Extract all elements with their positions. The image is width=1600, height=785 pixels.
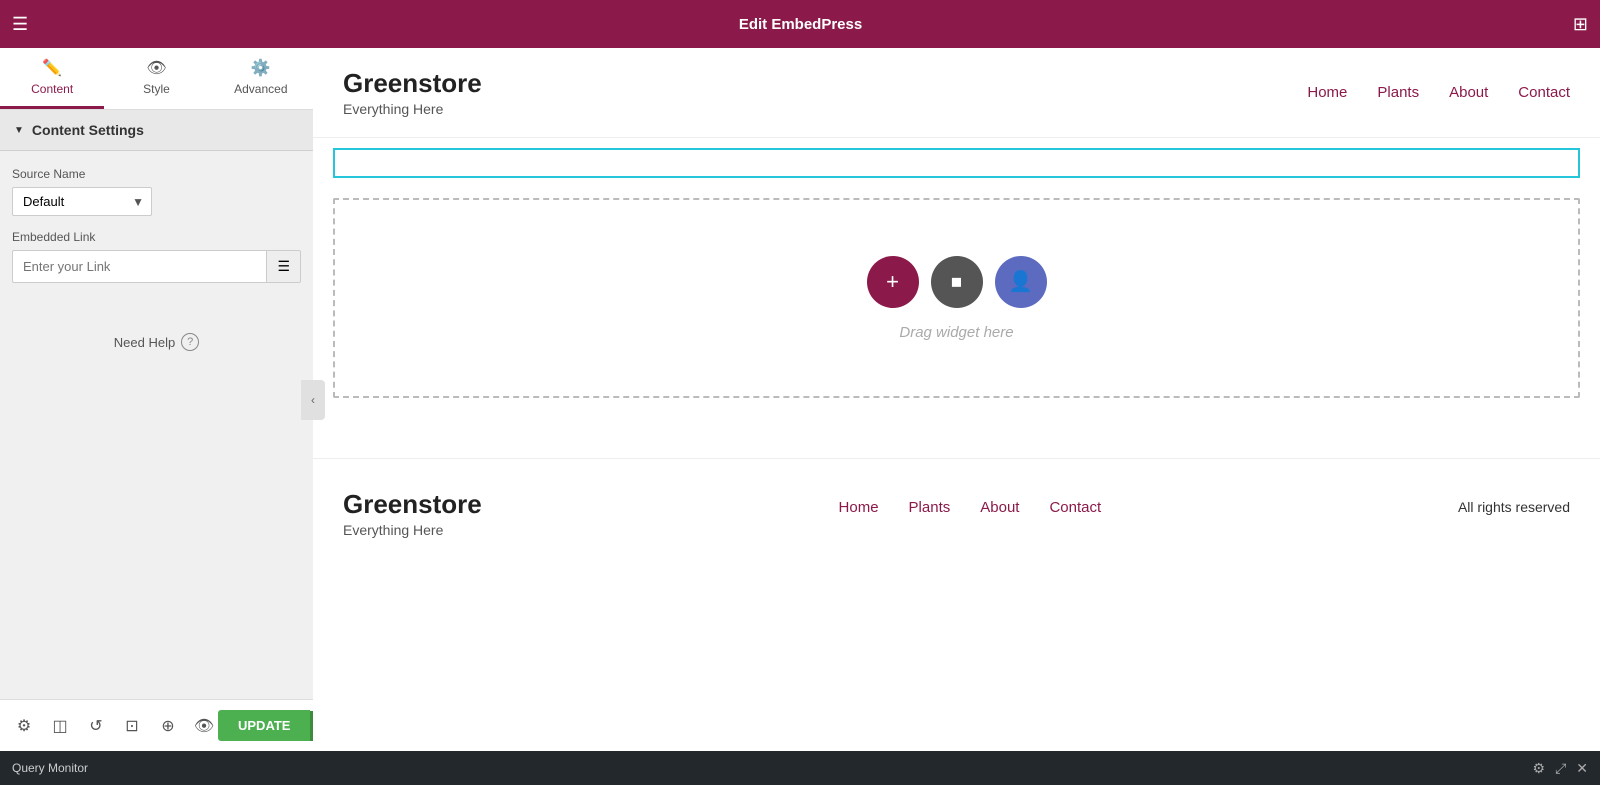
source-name-label: Source Name (12, 167, 301, 181)
nav-about[interactable]: About (1449, 84, 1488, 101)
content-settings-label: Content Settings (32, 122, 144, 138)
layers-icon[interactable]: ◫ (46, 712, 74, 740)
footer-logo: Greenstore Everything Here (343, 489, 482, 538)
style-tab-label: Style (143, 82, 170, 96)
preview-icon[interactable]: 👁 (190, 712, 218, 740)
footer-logo-name: Greenstore (343, 489, 482, 520)
advanced-tab-icon: ⚙️ (251, 58, 271, 78)
widget-buttons: + ⏹ 👤 (867, 256, 1047, 308)
tabs-bar: ✏️ Content 👁 Style ⚙️ Advanced (0, 48, 313, 110)
footer-nav-home[interactable]: Home (839, 499, 879, 516)
settings-icon[interactable]: ⚙ (10, 712, 38, 740)
footer-logo-tagline: Everything Here (343, 522, 482, 538)
query-monitor-label: Query Monitor (12, 761, 88, 775)
source-name-field: Source Name Default ▼ (12, 167, 301, 216)
nav-contact[interactable]: Contact (1518, 84, 1570, 101)
nav-home[interactable]: Home (1307, 84, 1347, 101)
topbar-title: Edit EmbedPress (739, 16, 862, 33)
drag-hint: Drag widget here (899, 324, 1013, 341)
site-logo-name: Greenstore (343, 68, 482, 99)
section-body: Source Name Default ▼ Embedded Link ☰ (0, 151, 313, 313)
qm-settings-icon[interactable]: ⚙ (1533, 760, 1546, 777)
embedded-link-label: Embedded Link (12, 230, 301, 244)
style-tab-icon: 👁 (146, 58, 166, 78)
tab-content[interactable]: ✏️ Content (0, 48, 104, 109)
site-header: Greenstore Everything Here Home Plants A… (313, 48, 1600, 138)
collapse-handle[interactable]: ‹ (301, 380, 325, 420)
bottom-icons: ⚙ ◫ ↺ ⊡ ⊕ 👁 (10, 712, 218, 740)
grid-icon[interactable]: ⊞ (1573, 14, 1588, 35)
link-input[interactable] (12, 250, 266, 283)
need-help-label: Need Help (114, 335, 175, 350)
footer-rights: All rights reserved (1458, 499, 1570, 515)
link-list-button[interactable]: ☰ (266, 250, 301, 283)
site-nav: Home Plants About Contact (1307, 84, 1570, 101)
user-widget-button[interactable]: 👤 (995, 256, 1047, 308)
content-tab-label: Content (31, 82, 73, 96)
tab-advanced[interactable]: ⚙️ Advanced (209, 48, 313, 109)
help-circle-icon: ? (181, 333, 199, 351)
nav-plants[interactable]: Plants (1377, 84, 1419, 101)
left-panel: ✏️ Content 👁 Style ⚙️ Advanced ▼ Content… (0, 48, 313, 751)
footer-nav-plants[interactable]: Plants (909, 499, 951, 516)
qm-resize-icon[interactable]: ⤢ (1555, 760, 1566, 777)
footer-nav-about[interactable]: About (980, 499, 1019, 516)
section-chevron-icon: ▼ (14, 125, 24, 136)
qm-close-icon[interactable]: ✕ (1576, 760, 1588, 777)
footer-nav-contact[interactable]: Contact (1049, 499, 1101, 516)
site-logo: Greenstore Everything Here (343, 68, 482, 117)
navigate-icon[interactable]: ⊕ (154, 712, 182, 740)
panel-content: ▼ Content Settings Source Name Default ▼… (0, 110, 313, 699)
media-widget-button[interactable]: ⏹ (931, 256, 983, 308)
advanced-tab-label: Advanced (234, 82, 287, 96)
tab-style[interactable]: 👁 Style (104, 48, 208, 109)
history-icon[interactable]: ↺ (82, 712, 110, 740)
hamburger-icon[interactable]: ☰ (12, 14, 28, 35)
footer-nav: Home Plants About Contact (839, 499, 1102, 516)
site-footer: Greenstore Everything Here Home Plants A… (313, 458, 1600, 568)
need-help-section[interactable]: Need Help ? (0, 313, 313, 371)
top-bar: ☰ Edit EmbedPress ⊞ (0, 0, 1600, 48)
update-button[interactable]: UPDATE (218, 710, 310, 741)
embedded-link-field: Embedded Link ☰ (12, 230, 301, 283)
bottom-toolbar: ⚙ ◫ ↺ ⊡ ⊕ 👁 UPDATE ▲ (0, 699, 313, 751)
content-settings-header[interactable]: ▼ Content Settings (0, 110, 313, 151)
qm-right-icons: ⚙ ⤢ ✕ (1533, 760, 1589, 777)
widget-area[interactable]: + ⏹ 👤 Drag widget here (333, 198, 1580, 398)
template-icon[interactable]: ⊡ (118, 712, 146, 740)
query-monitor-bar: Query Monitor ⚙ ⤢ ✕ (0, 751, 1600, 785)
source-name-select[interactable]: Default (12, 187, 152, 216)
right-canvas: Greenstore Everything Here Home Plants A… (313, 48, 1600, 751)
site-logo-tagline: Everything Here (343, 101, 482, 117)
add-widget-button[interactable]: + (867, 256, 919, 308)
selection-bar (333, 148, 1580, 178)
content-tab-icon: ✏️ (42, 58, 62, 78)
